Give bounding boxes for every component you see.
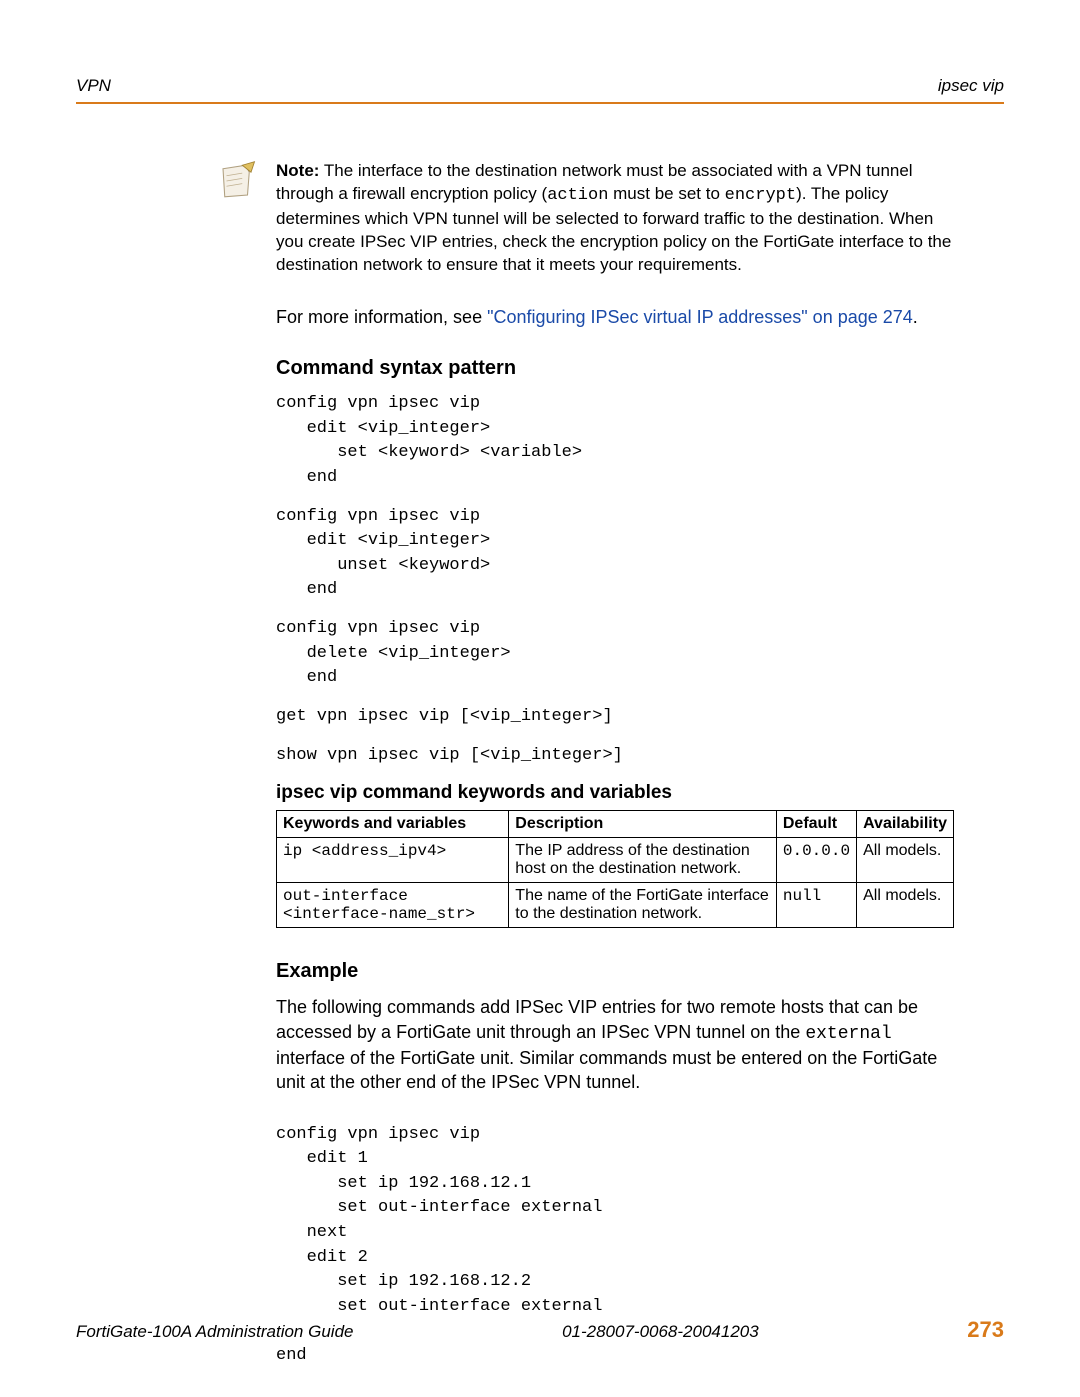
cell-avail: All models. <box>857 838 954 883</box>
table-header-row: Keywords and variables Description Defau… <box>277 811 954 838</box>
note-code-1: action <box>547 186 608 205</box>
syntax-block-3: config vpn ipsec vip delete <vip_integer… <box>276 617 954 691</box>
cell-desc: The IP address of the destination host o… <box>509 838 777 883</box>
code: show vpn ipsec vip [<vip_integer>] <box>276 744 954 769</box>
example-heading: Example <box>276 960 954 983</box>
th-avail: Availability <box>857 811 954 838</box>
more-info-suffix: . <box>913 307 918 327</box>
page-footer: FortiGate-100A Administration Guide 01-2… <box>76 1317 1004 1343</box>
table-row: ip <address_ipv4> The IP address of the … <box>277 838 954 883</box>
th-desc: Description <box>509 811 777 838</box>
header-left: VPN <box>76 76 111 96</box>
code: config vpn ipsec vip edit <vip_integer> … <box>276 505 954 604</box>
note-icon <box>216 160 258 202</box>
note-block: Note: The interface to the destination n… <box>216 160 954 277</box>
th-kv: Keywords and variables <box>277 811 509 838</box>
example-code-inline: external <box>805 1024 891 1044</box>
content-area: Note: The interface to the destination n… <box>276 160 954 1369</box>
more-info-para: For more information, see "Configuring I… <box>276 305 954 329</box>
page: VPN ipsec vip Note: The interface to the… <box>0 0 1080 1397</box>
cell-default: 0.0.0.0 <box>776 838 856 883</box>
note-code-2: encrypt <box>725 186 796 205</box>
header-right: ipsec vip <box>938 76 1004 96</box>
page-header: VPN ipsec vip <box>76 76 1004 104</box>
code: config vpn ipsec vip delete <vip_integer… <box>276 617 954 691</box>
cell-kv: out-interface <interface-name_str> <box>277 883 509 928</box>
th-default: Default <box>776 811 856 838</box>
syntax-block-4: get vpn ipsec vip [<vip_integer>] <box>276 705 954 730</box>
cell-avail: All models. <box>857 883 954 928</box>
cell-kv: ip <address_ipv4> <box>277 838 509 883</box>
note-text: Note: The interface to the destination n… <box>276 160 954 277</box>
syntax-block-1: config vpn ipsec vip edit <vip_integer> … <box>276 392 954 491</box>
syntax-block-2: config vpn ipsec vip edit <vip_integer> … <box>276 505 954 604</box>
example-text-b: interface of the FortiGate unit. Similar… <box>276 1048 937 1092</box>
more-info-link[interactable]: "Configuring IPSec virtual IP addresses"… <box>487 307 913 327</box>
example-para: The following commands add IPSec VIP ent… <box>276 995 954 1094</box>
footer-mid: 01-28007-0068-20041203 <box>562 1322 759 1342</box>
footer-left: FortiGate-100A Administration Guide <box>76 1322 353 1342</box>
more-info-prefix: For more information, see <box>276 307 487 327</box>
table-heading: ipsec vip command keywords and variables <box>276 782 954 804</box>
note-body-b: must be set to <box>608 184 724 203</box>
syntax-heading: Command syntax pattern <box>276 357 954 380</box>
code: get vpn ipsec vip [<vip_integer>] <box>276 705 954 730</box>
page-number: 273 <box>967 1317 1004 1343</box>
cell-desc: The name of the FortiGate interface to t… <box>509 883 777 928</box>
keywords-table: Keywords and variables Description Defau… <box>276 810 954 928</box>
table-row: out-interface <interface-name_str> The n… <box>277 883 954 928</box>
note-prefix: Note: <box>276 161 319 180</box>
syntax-block-5: show vpn ipsec vip [<vip_integer>] <box>276 744 954 769</box>
cell-default: null <box>776 883 856 928</box>
code: config vpn ipsec vip edit <vip_integer> … <box>276 392 954 491</box>
